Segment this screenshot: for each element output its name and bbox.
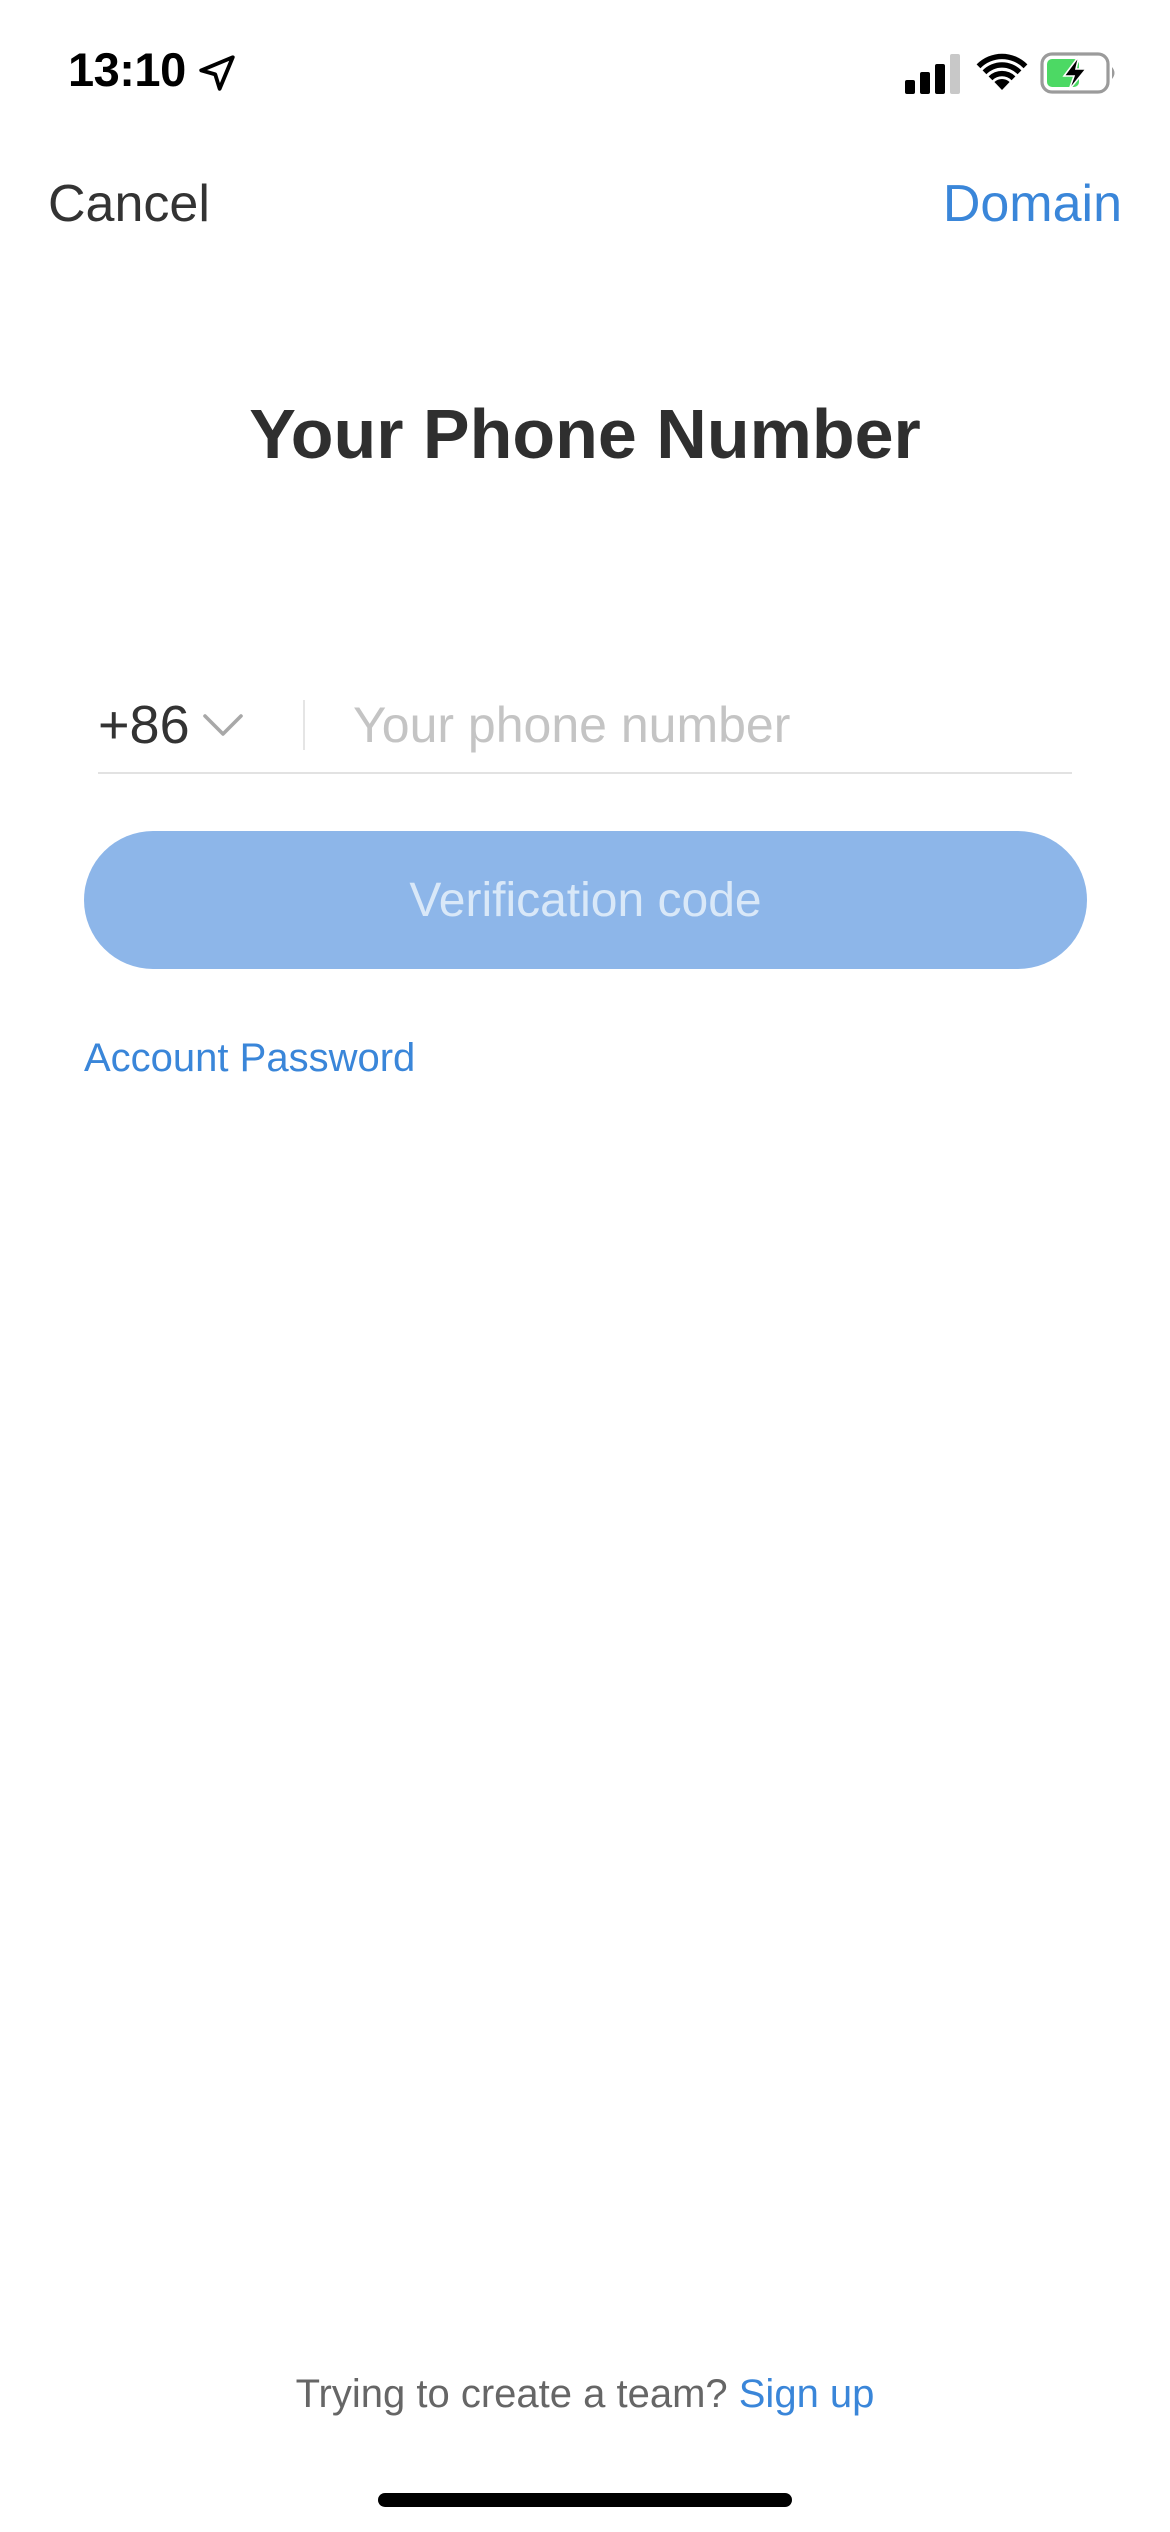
phone-number-input[interactable] — [353, 688, 1053, 762]
home-indicator[interactable] — [378, 2493, 792, 2507]
sign-up-link[interactable]: Sign up — [739, 2372, 875, 2416]
cellular-signal-icon — [905, 54, 960, 94]
phone-input-row: +86 — [98, 680, 1072, 774]
wifi-icon — [976, 53, 1028, 90]
battery-charging-icon — [1040, 52, 1115, 94]
verification-code-button[interactable]: Verification code — [84, 831, 1087, 969]
footer: Trying to create a team? Sign up — [0, 2372, 1170, 2417]
status-time: 13:10 — [68, 43, 186, 96]
footer-prompt: Trying to create a team? — [295, 2372, 739, 2416]
input-divider — [303, 700, 305, 750]
status-bar: 13:10 — [0, 0, 1170, 140]
country-code-selector[interactable]: +86 — [98, 690, 244, 760]
chevron-down-icon — [202, 714, 243, 736]
country-code-label: +86 — [98, 695, 190, 755]
location-arrow-icon — [199, 55, 235, 91]
domain-button[interactable]: Domain — [943, 174, 1122, 234]
page-title: Your Phone Number — [249, 395, 921, 473]
cancel-button[interactable]: Cancel — [48, 174, 210, 234]
account-password-link[interactable]: Account Password — [84, 1036, 415, 1081]
